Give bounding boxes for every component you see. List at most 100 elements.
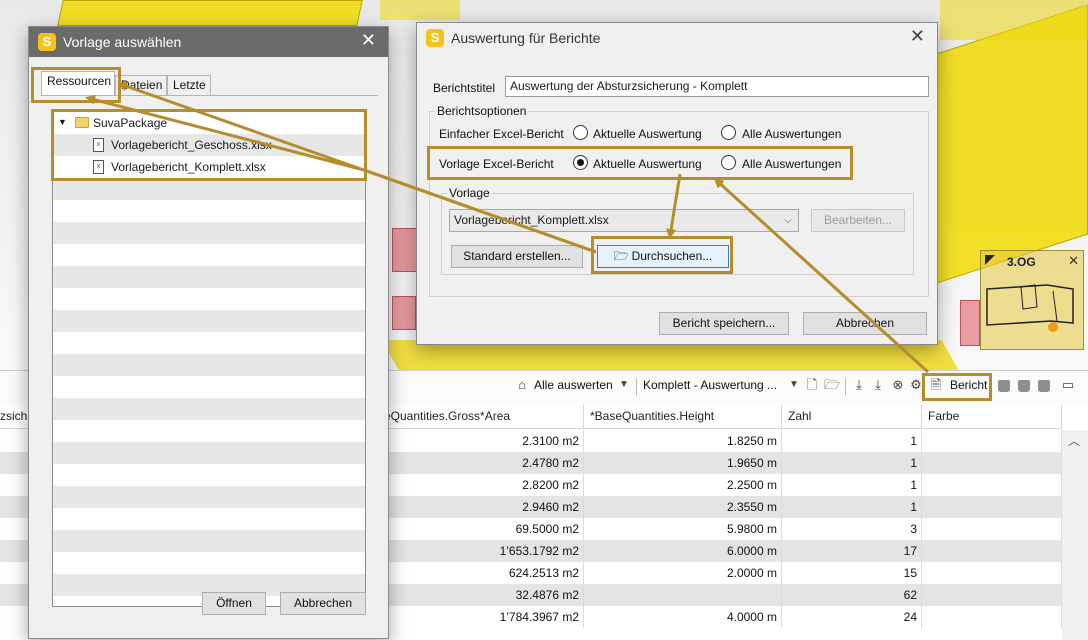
cell-height: 2.0000 m (584, 562, 782, 584)
cell-area: 69.5000 m2 (384, 518, 584, 540)
radio-label[interactable]: Alle Auswertungen (742, 157, 841, 171)
template-all-radio[interactable] (721, 155, 736, 170)
template-select-dialog: S Vorlage auswählen ✕ Ressourcen Dateien… (28, 26, 389, 639)
chevron-down-icon[interactable]: ▼ (786, 377, 802, 393)
chevron-down-icon[interactable]: ▼ (616, 377, 632, 393)
export-icon[interactable]: ⤓ (870, 377, 886, 393)
report-title-label: Berichtstitel (433, 81, 496, 95)
tab-files[interactable]: Dateien (115, 75, 167, 95)
tab-resources[interactable]: Ressourcen (41, 71, 115, 96)
cell-count: 3 (782, 518, 922, 540)
new-file-icon[interactable]: 🗋 (804, 377, 820, 393)
cancel-button[interactable]: Abbrechen (280, 592, 366, 615)
template-select-value: Vorlagebericht_Komplett.xlsx (454, 213, 609, 227)
floor-plan-icon (986, 284, 1074, 332)
cell-area: 2.3100 m2 (384, 430, 584, 452)
dialog-title: Vorlage auswählen (63, 34, 182, 50)
evaluation-dropdown-label[interactable]: Komplett - Auswertung ... (643, 378, 777, 392)
chevron-up-icon[interactable]: ︿ (1068, 432, 1080, 449)
cell-height: 1.9650 m (584, 452, 782, 474)
open-button[interactable]: Öffnen (202, 592, 266, 615)
edit-button[interactable]: Bearbeiten... (811, 209, 905, 232)
cell-height: 2.2500 m (584, 474, 782, 496)
tree-empty-row (53, 398, 365, 420)
simple-excel-label: Einfacher Excel-Bericht (439, 127, 564, 141)
excel-file-icon: x (93, 138, 104, 152)
cell-count: 62 (782, 584, 922, 606)
tree-empty-row (53, 442, 365, 464)
expand-arrow-icon[interactable]: ▼ (58, 117, 67, 127)
settings-icon[interactable]: ⚙ (908, 377, 924, 393)
tree-empty-row (53, 530, 365, 552)
report-button-label[interactable]: Bericht (950, 378, 987, 392)
model-element (57, 0, 363, 26)
report-options-label: Berichtsoptionen (435, 104, 529, 118)
close-icon[interactable]: ✕ (910, 27, 925, 47)
tree-empty-row (53, 288, 365, 310)
radio-label[interactable]: Aktuelle Auswertung (593, 127, 702, 141)
tree-empty-row (53, 178, 365, 200)
close-icon[interactable]: ✕ (361, 31, 376, 51)
tree-file-row[interactable]: x Vorlagebericht_Geschoss.xlsx (53, 134, 365, 156)
tree-empty-row (53, 376, 365, 398)
column-header[interactable]: zsiche (0, 404, 30, 429)
column-header[interactable]: *BaseQuantities.Height (584, 404, 782, 429)
save-report-button[interactable]: Bericht speichern... (659, 312, 789, 335)
radio-label[interactable]: Alle Auswertungen (742, 127, 841, 141)
cell-area: 2.8200 m2 (384, 474, 584, 496)
tree-folder-label: SuvaPackage (93, 116, 168, 130)
cell-height: 5.9800 m (584, 518, 782, 540)
app-logo-icon: S (426, 29, 444, 47)
open-folder-icon[interactable]: 🗁 (824, 377, 840, 393)
open-folder-icon: 🗁 (613, 249, 629, 263)
report-icon[interactable]: 🗎 (928, 377, 944, 393)
browse-button[interactable]: 🗁 Durchsuchen... (597, 245, 729, 268)
cell-color (922, 496, 1062, 518)
tree-folder-row[interactable]: ▼ SuvaPackage (53, 112, 365, 134)
simple-all-radio[interactable] (721, 125, 736, 140)
dialog-titlebar[interactable]: S Vorlage auswählen ✕ (29, 27, 388, 57)
cancel-button[interactable]: Abbrechen (803, 312, 927, 335)
simple-current-radio[interactable] (573, 125, 588, 140)
tree-file-row[interactable]: x Vorlagebericht_Komplett.xlsx (53, 156, 365, 178)
dialog-titlebar[interactable]: S Auswertung für Berichte ✕ (417, 23, 937, 53)
resource-tree[interactable]: ▼ SuvaPackage x Vorlagebericht_Geschoss.… (52, 111, 366, 607)
floor-minimap[interactable]: 3.OG ✕ (980, 250, 1084, 350)
create-default-button[interactable]: Standard erstellen... (451, 245, 583, 268)
template-select[interactable]: Vorlagebericht_Komplett.xlsx ⌵ (449, 209, 799, 232)
cell-count: 17 (782, 540, 922, 562)
clear-icon[interactable]: ⊗ (890, 377, 906, 393)
cell-count: 1 (782, 430, 922, 452)
cell-height (584, 584, 782, 606)
report-title-input[interactable]: Auswertung der Absturzsicherung - Komple… (505, 76, 929, 97)
browse-button-label: Durchsuchen... (631, 249, 713, 263)
column-header[interactable]: Farbe (922, 404, 1062, 429)
cell-color (922, 562, 1062, 584)
table-scrollbar[interactable]: ︿ (1062, 430, 1088, 640)
template-current-radio[interactable] (573, 155, 588, 170)
cell-color (922, 474, 1062, 496)
tab-recent[interactable]: Letzte (167, 75, 211, 95)
home-filter-icon[interactable]: ⌂ (514, 377, 530, 393)
cell-color (922, 452, 1062, 474)
app-logo-icon: S (38, 33, 56, 51)
lock-icon[interactable] (1018, 380, 1030, 392)
model-element (380, 0, 460, 20)
tree-empty-row (53, 420, 365, 442)
toolbar-divider (636, 378, 637, 396)
column-header[interactable]: eQuantities.Gross*Area (384, 404, 584, 429)
cell-color (922, 606, 1062, 628)
chevron-down-icon[interactable]: ⌵ (784, 210, 792, 231)
folder-icon (75, 117, 89, 128)
column-header[interactable]: Zahl (782, 404, 922, 429)
import-icon[interactable]: ⤓ (851, 377, 867, 393)
radio-label[interactable]: Aktuelle Auswertung (593, 157, 702, 171)
lock-icon[interactable] (1038, 380, 1050, 392)
lock-icon[interactable] (998, 380, 1010, 392)
template-group-label: Vorlage (447, 186, 492, 200)
model-element (392, 296, 416, 330)
dialog-title: Auswertung für Berichte (451, 30, 601, 46)
filter-dropdown-label[interactable]: Alle auswerten (534, 378, 613, 392)
cell-color (922, 430, 1062, 452)
window-icon[interactable]: ▭ (1060, 377, 1076, 393)
